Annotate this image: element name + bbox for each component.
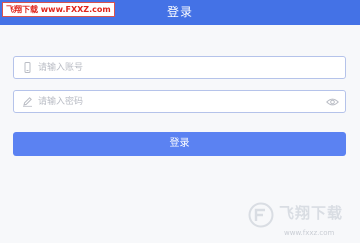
password-input[interactable] bbox=[38, 93, 328, 110]
app-header: 登录 飞翔下载 www.FXXZ.com bbox=[0, 0, 360, 25]
phone-icon bbox=[24, 62, 31, 73]
account-input[interactable] bbox=[38, 59, 328, 76]
login-button[interactable]: 登录 bbox=[13, 132, 346, 156]
watermark-logo-icon bbox=[248, 202, 274, 228]
password-field[interactable] bbox=[13, 90, 346, 113]
watermark-badge: 飞翔下载 www.FXXZ.com bbox=[2, 2, 115, 17]
pencil-icon bbox=[23, 97, 32, 107]
account-field[interactable] bbox=[13, 56, 346, 79]
watermark-url: www.fxxz.com bbox=[284, 229, 335, 237]
watermark-text: 飞翔下载 bbox=[279, 204, 344, 222]
eye-icon[interactable] bbox=[326, 97, 339, 107]
